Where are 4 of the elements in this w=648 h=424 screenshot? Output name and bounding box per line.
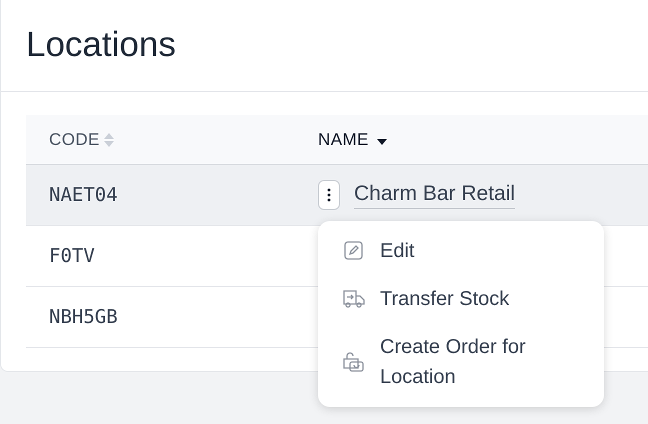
table-cell-text: NAET04 <box>48 182 119 208</box>
page-title: Locations <box>26 24 176 66</box>
table-cell-text: NBH5GB <box>48 304 119 330</box>
table-cell-text: F0TV <box>48 244 96 269</box>
